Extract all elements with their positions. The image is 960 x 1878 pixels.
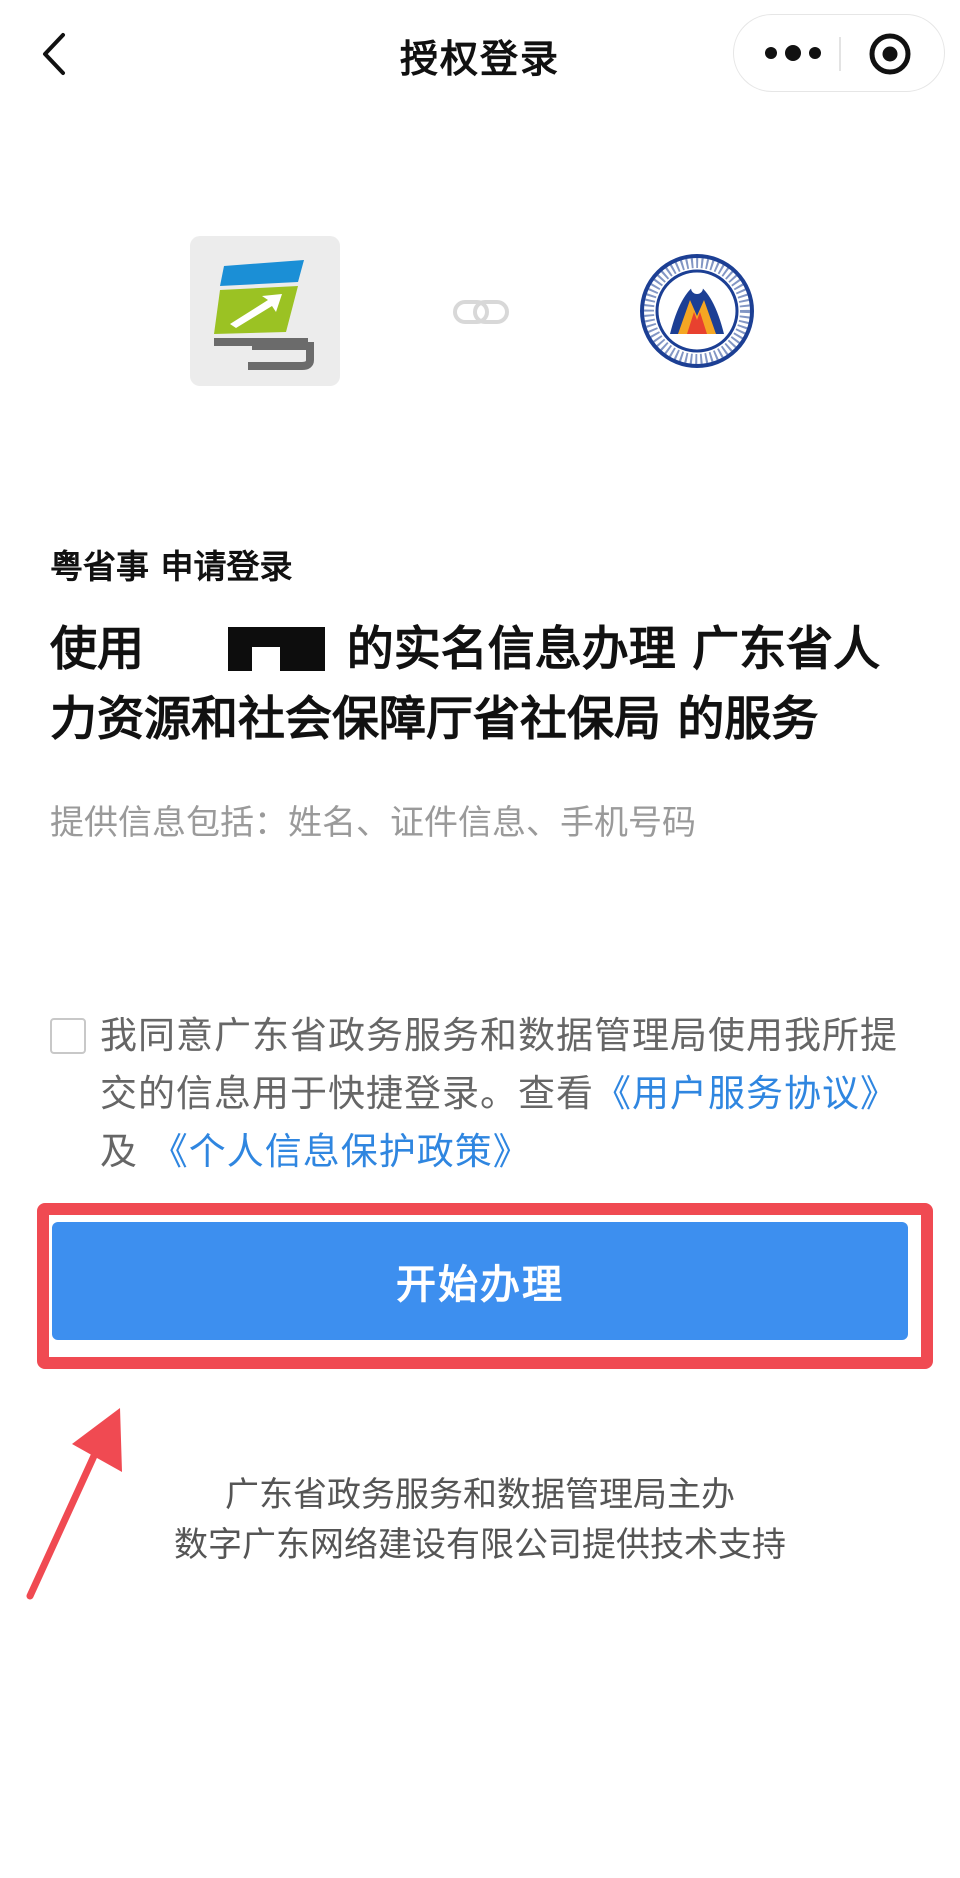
- privacy-policy-link[interactable]: 《个人信息保护政策》: [151, 1130, 531, 1173]
- yueshengshi-app-logo-icon: [214, 260, 314, 370]
- start-button[interactable]: 开始办理: [52, 1222, 908, 1340]
- department-logo: [640, 254, 754, 368]
- mini-program-capsule: [733, 14, 945, 92]
- more-button[interactable]: [762, 38, 824, 68]
- headline-prefix: 使用: [50, 622, 144, 677]
- redaction-gap: [252, 647, 281, 671]
- target-close-icon: [869, 33, 911, 75]
- more-dots-icon: [765, 45, 821, 61]
- department-seal-icon: [640, 254, 754, 368]
- agreement-text: 我同意广东省政务服务和数据管理局使用我所提交的信息用于快捷登录。查看《用户服务协…: [100, 1007, 920, 1181]
- footer-tech-support: 数字广东网络建设有限公司提供技术支持: [174, 1525, 786, 1565]
- capsule-divider: [839, 37, 841, 71]
- app-logo: [190, 236, 340, 386]
- footer: 广东省政务服务和数据管理局主办 数字广东网络建设有限公司提供技术支持: [0, 1470, 960, 1570]
- footer-organizer: 广东省政务服务和数据管理局主办: [225, 1475, 735, 1515]
- link-icon: [453, 300, 509, 324]
- close-mini-program-button[interactable]: [867, 31, 913, 77]
- redacted-username: [160, 623, 330, 673]
- provided-info-text: 提供信息包括：姓名、证件信息、手机号码: [50, 803, 696, 843]
- authorization-headline: 使用 的实名信息办理 广东省人力资源和社会保障厅省社保局 的服务: [50, 615, 910, 755]
- requester-title: 粤省事 申请登录: [50, 547, 293, 586]
- user-agreement-link[interactable]: 《用户服务协议》: [594, 1072, 898, 1115]
- navigation-bar: 授权登录: [0, 0, 960, 110]
- agreement-checkbox[interactable]: [50, 1018, 86, 1054]
- agreement-conjunction: 及: [100, 1130, 138, 1173]
